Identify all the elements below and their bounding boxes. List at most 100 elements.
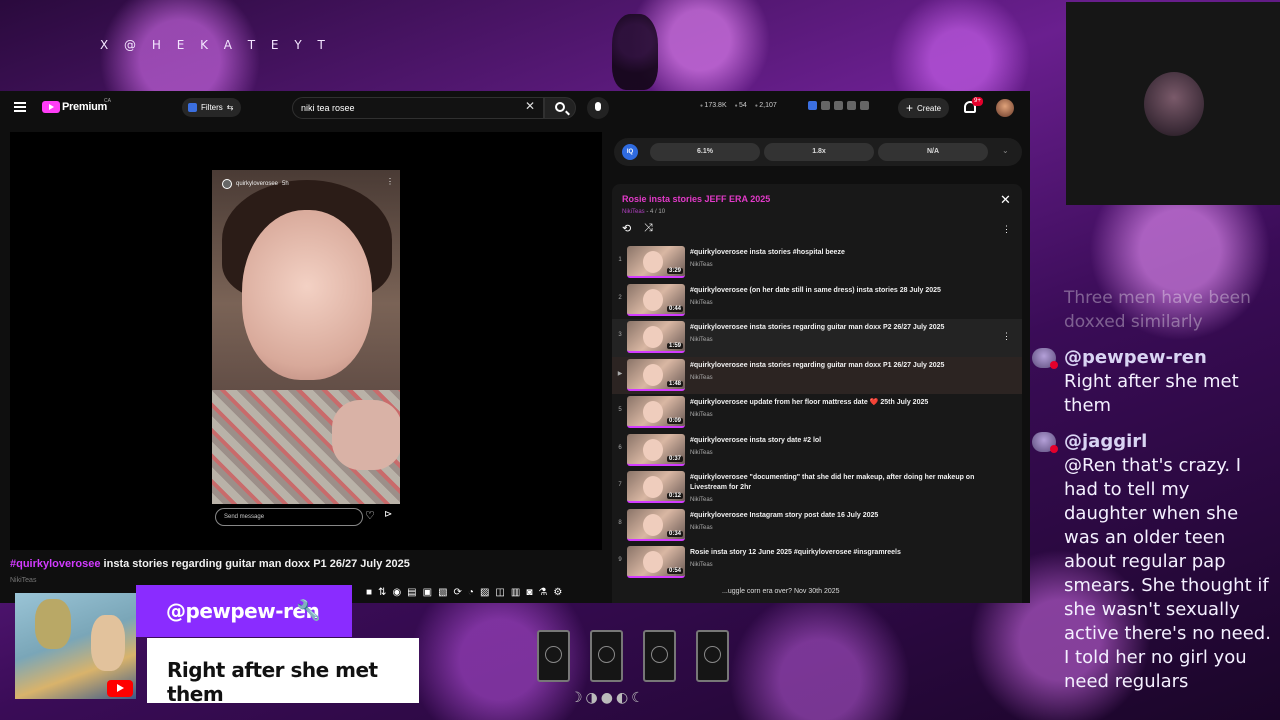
extension-icon[interactable] — [847, 101, 856, 110]
speed-icon[interactable]: ◔ — [468, 587, 474, 598]
send-message-input[interactable]: Send message — [215, 508, 363, 526]
search-input[interactable]: niki tea rosee — [292, 97, 544, 119]
item-title[interactable]: #quirkyloverosee (on her date still in s… — [690, 287, 941, 294]
playlist-footer[interactable]: ...uggle corn era over? Nov 30th 2025 — [612, 588, 1022, 595]
youtube-logo-icon[interactable] — [42, 101, 60, 113]
playlist-subtitle: NikiTeas - 4 / 10 — [622, 209, 665, 215]
moon-phases-icon: ☽◑●◐☾ — [570, 690, 647, 706]
stat-total: 2,107 — [755, 102, 777, 109]
playlist-item[interactable]: 1 3:29 #quirkyloverosee insta stories #h… — [612, 244, 1022, 282]
thumbnail[interactable]: 0:37 — [627, 433, 685, 466]
item-title[interactable]: #quirkyloverosee update from her floor m… — [690, 399, 928, 406]
item-index: 1 — [618, 257, 622, 263]
avatar[interactable] — [996, 99, 1014, 117]
extension-icon[interactable] — [821, 101, 830, 110]
item-title[interactable]: #quirkyloverosee insta story date #2 lol — [690, 437, 821, 444]
filter-icon[interactable]: ◫ — [495, 587, 504, 598]
metric-pill[interactable]: 6.1% — [650, 143, 760, 161]
story-frame — [212, 170, 400, 504]
playlist-item-current[interactable]: ▶ 1:48 #quirkyloverosee insta stories re… — [612, 356, 1022, 394]
extension-bar: IQ 6.1% 1.8x N/A ⌄ — [614, 138, 1022, 166]
story-user: quirkyloverosee 5h — [222, 179, 289, 189]
thumbnail[interactable]: 1:59 — [627, 321, 685, 353]
tarot-card-icon — [537, 630, 570, 682]
loop-icon[interactable]: ⟳ — [454, 587, 462, 598]
audio-icon[interactable]: ◉ — [392, 587, 401, 598]
screenshot-icon[interactable]: ▣ — [423, 587, 432, 598]
more-vert-icon[interactable]: ⋮ — [1002, 331, 1011, 342]
thumbnail[interactable]: 0:12 — [627, 471, 685, 503]
filters-button[interactable]: Filters ⇆ — [182, 98, 242, 117]
heart-icon[interactable]: ♡ — [365, 509, 375, 522]
duration-badge: 1:48 — [666, 380, 683, 387]
flask-icon[interactable]: ⚗ — [538, 587, 547, 598]
menu-icon[interactable] — [14, 102, 26, 112]
video-title-tag[interactable]: #quirkyloverosee — [10, 558, 101, 570]
avatar — [1032, 432, 1058, 453]
item-title[interactable]: #quirkyloverosee "documenting" that she … — [690, 474, 974, 491]
playlist-channel[interactable]: NikiTeas — [622, 209, 645, 215]
more-vert-icon[interactable]: ⋮ — [1002, 224, 1011, 235]
iq-icon[interactable]: IQ — [622, 144, 638, 160]
share-icon[interactable]: ⊳ — [384, 509, 392, 520]
logo-emblem-icon — [612, 14, 658, 90]
playlist-item[interactable]: 7 0:12 #quirkyloverosee "documenting" th… — [612, 469, 1022, 507]
image-icon[interactable]: ▧ — [438, 587, 447, 598]
player-toolbar: ■ ⇅ ◉ ▤ ▣ ▧ ⟳ ◔ ▨ ◫ ▥ ◙ ⚗ ⚙ — [360, 583, 569, 601]
stop-icon[interactable]: ■ — [366, 587, 372, 598]
avatar — [1032, 348, 1058, 369]
brand-region: CA — [104, 98, 111, 104]
video-player[interactable]: quirkyloverosee 5h ⋮ Send message ♡ ⊳ — [10, 132, 602, 550]
chat-message-faded: Three men have been doxxed similarly — [1064, 288, 1251, 332]
create-button[interactable]: + Create — [898, 98, 950, 118]
window-icon[interactable]: ▤ — [407, 587, 416, 598]
item-title[interactable]: #quirkyloverosee insta stories regarding… — [690, 362, 944, 369]
playlist-item[interactable]: 2 0:44 #quirkyloverosee (on her date sti… — [612, 282, 1022, 320]
close-icon[interactable]: ✕ — [1000, 192, 1011, 208]
thumbnail[interactable]: 0:44 — [627, 283, 685, 316]
highlight-message: Right after she met them — [147, 638, 419, 706]
thumbnail[interactable]: 0:34 — [627, 508, 685, 541]
duration-badge: 0:34 — [666, 530, 683, 537]
item-title[interactable]: #quirkyloverosee Instagram story post da… — [690, 512, 878, 519]
chat-username: @jaggirl — [1064, 431, 1148, 452]
thumbnail[interactable]: 0:09 — [627, 396, 685, 428]
chevron-down-icon[interactable]: ⌄ — [1002, 146, 1009, 155]
story-username: quirkyloverosee — [236, 181, 279, 187]
playlist-item[interactable]: 8 0:34 #quirkyloverosee Instagram story … — [612, 507, 1022, 545]
playlist-item[interactable]: 5 0:09 #quirkyloverosee update from her … — [612, 394, 1022, 432]
thumbnail[interactable]: 1:48 — [627, 358, 685, 391]
item-title[interactable]: Rosie insta story 12 June 2025 #quirkylo… — [690, 549, 901, 556]
gear-icon[interactable]: ⚙ — [553, 587, 562, 598]
columns-icon[interactable]: ▥ — [511, 587, 520, 598]
item-title[interactable]: #quirkyloverosee insta stories regarding… — [690, 324, 944, 331]
camera-icon[interactable]: ◙ — [526, 587, 532, 598]
search-button[interactable] — [544, 97, 576, 119]
sort-icon[interactable]: ⇅ — [378, 587, 386, 598]
plus-icon: + — [906, 101, 914, 115]
metric-pill[interactable]: N/A — [878, 143, 988, 161]
metric-pill[interactable]: 1.8x — [764, 143, 874, 161]
thumbnail[interactable]: 3:29 — [627, 246, 685, 278]
close-icon[interactable]: ✕ — [525, 100, 535, 112]
more-vert-icon[interactable]: ⋮ — [386, 177, 394, 186]
duration-badge: 0:54 — [666, 568, 683, 574]
item-title[interactable]: #quirkyloverosee insta stories #hospital… — [690, 249, 845, 256]
extension-icon[interactable] — [860, 101, 869, 110]
playlist-item[interactable]: 9 0:54 Rosie insta story 12 June 2025 #q… — [612, 544, 1022, 582]
video-channel[interactable]: NikiTeas — [10, 577, 36, 584]
extension-icon[interactable] — [808, 101, 817, 110]
picture-icon[interactable]: ▨ — [480, 587, 489, 598]
mic-icon[interactable] — [587, 97, 609, 119]
playlist-item[interactable]: 3 1:59 #quirkyloverosee insta stories re… — [612, 319, 1022, 357]
playlist-item[interactable]: 6 0:37 #quirkyloverosee insta story date… — [612, 432, 1022, 470]
playlist-title[interactable]: Rosie insta stories JEFF ERA 2025 — [622, 194, 770, 204]
duration-badge: 0:09 — [666, 418, 683, 424]
item-index: 9 — [618, 557, 622, 563]
thumbnail[interactable]: 0:54 — [627, 546, 685, 578]
loop-icon[interactable]: ⟲ — [622, 222, 631, 235]
shuffle-icon[interactable]: ⤨ — [644, 222, 653, 235]
story-time: 5h — [282, 181, 289, 187]
brand-label[interactable]: Premium — [62, 101, 107, 113]
extension-icon[interactable] — [834, 101, 843, 110]
